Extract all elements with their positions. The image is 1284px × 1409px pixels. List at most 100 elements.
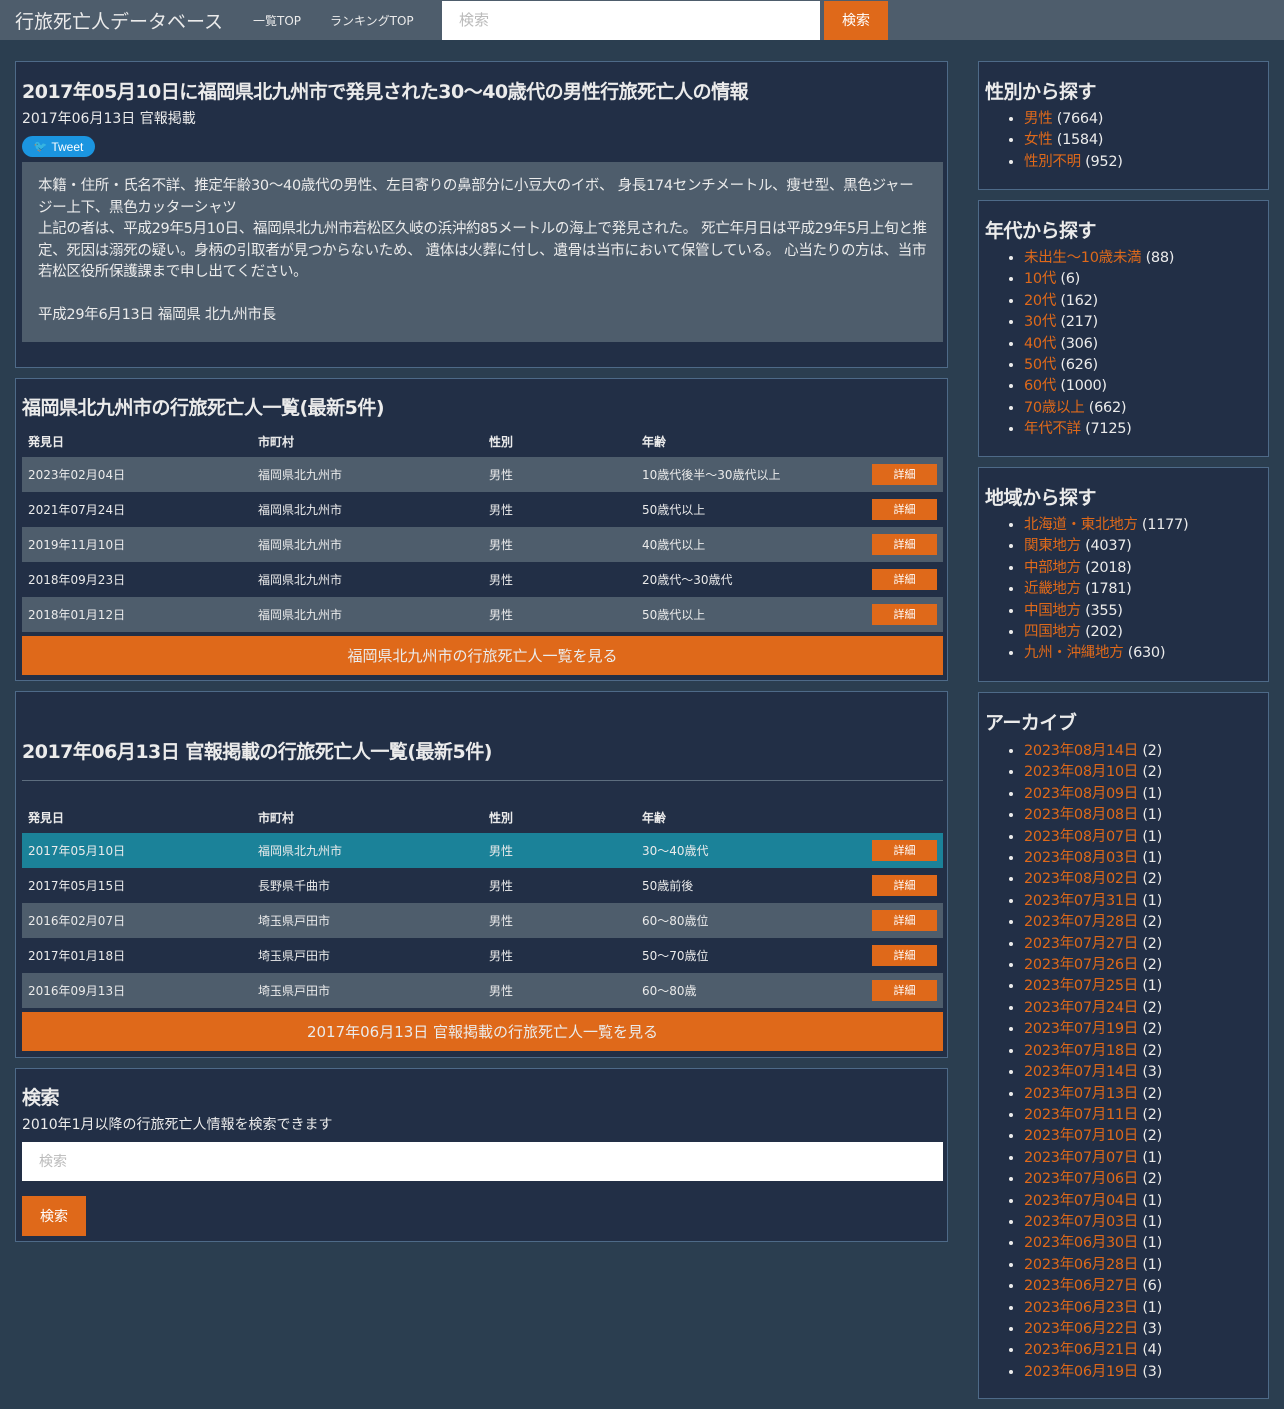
detail-button[interactable]: 詳細 [872, 980, 937, 1001]
table-row: 2019年11月10日 福岡県北九州市 男性 40歳代以上 詳細 [22, 527, 943, 562]
sidebar-list-item: 2023年07月14日 (3) [1024, 1062, 1162, 1083]
sidebar-link[interactable]: 60代 [1024, 378, 1056, 394]
detail-button[interactable]: 詳細 [872, 569, 937, 590]
sidebar-link[interactable]: 女性 [1024, 132, 1053, 148]
sidebar-sex-panel: 性別から探す 男性 (7664)女性 (1584)性別不明 (952) [978, 61, 1269, 190]
col-header-sex: 性別 [489, 435, 514, 449]
sidebar-link[interactable]: 2023年08月14日 [1024, 743, 1138, 759]
cell-action: 詳細 [856, 527, 943, 562]
cell-action: 詳細 [856, 457, 943, 492]
sidebar-link[interactable]: 2023年06月27日 [1024, 1278, 1138, 1294]
sidebar-count: (3) [1142, 1064, 1162, 1081]
sidebar-link[interactable]: 中部地方 [1024, 560, 1081, 576]
article-title: 2017年05月10日に福岡県北九州市で発見された30〜40歳代の男性行旅死亡人… [22, 81, 749, 103]
sidebar-link[interactable]: 四国地方 [1024, 624, 1081, 640]
detail-button[interactable]: 詳細 [872, 464, 937, 485]
sidebar-link[interactable]: 2023年07月31日 [1024, 893, 1138, 909]
detail-button[interactable]: 詳細 [872, 910, 937, 931]
sidebar-link[interactable]: 2023年07月27日 [1024, 936, 1138, 952]
sidebar-link[interactable]: 関東地方 [1024, 538, 1081, 554]
sidebar-link[interactable]: 性別不明 [1024, 154, 1081, 170]
sidebar-link[interactable]: 70歳以上 [1024, 400, 1085, 416]
sidebar-link[interactable]: 男性 [1024, 111, 1053, 127]
sidebar-link[interactable]: 2023年08月08日 [1024, 807, 1138, 823]
sidebar-link[interactable]: 2023年07月13日 [1024, 1086, 1138, 1102]
sidebar-link[interactable]: 2023年08月02日 [1024, 871, 1138, 887]
sidebar-age-panel: 年代から探す 未出生〜10歳未満 (88)10代 (6)20代 (162)30代… [978, 200, 1269, 457]
sidebar-link[interactable]: 30代 [1024, 314, 1056, 330]
sidebar-list-item: 2023年08月03日 (1) [1024, 848, 1162, 869]
sidebar-count: (2) [1142, 1128, 1162, 1145]
sidebar-link[interactable]: 九州・沖縄地方 [1024, 645, 1124, 661]
cell-sex: 男性 [483, 457, 636, 492]
sidebar-link[interactable]: 2023年07月14日 [1024, 1064, 1138, 1080]
search-button[interactable]: 検索 [22, 1196, 86, 1236]
nav-link-ranking-top[interactable]: ランキングTOP [330, 12, 442, 29]
date-list-title: 2017年06月13日 官報掲載の行旅死亡人一覧(最新5件) [22, 741, 492, 763]
sidebar-count: (1) [1142, 978, 1162, 995]
nav-link-list-top[interactable]: 一覧TOP [253, 12, 330, 29]
sidebar-link[interactable]: 2023年06月30日 [1024, 1235, 1138, 1251]
nav-search-input[interactable] [442, 0, 820, 40]
sidebar-link[interactable]: 2023年07月04日 [1024, 1193, 1138, 1209]
sidebar-count: (202) [1085, 624, 1123, 641]
sidebar-link[interactable]: 2023年07月26日 [1024, 957, 1138, 973]
sidebar-link[interactable]: 中国地方 [1024, 603, 1081, 619]
detail-button[interactable]: 詳細 [872, 875, 937, 896]
sidebar-link[interactable]: 北海道・東北地方 [1024, 517, 1138, 533]
cell-city: 福岡県北九州市 [252, 492, 483, 527]
tweet-button[interactable]: 🐦 Tweet [22, 136, 95, 157]
sidebar-link[interactable]: 2023年07月24日 [1024, 1000, 1138, 1016]
sidebar-link[interactable]: 2023年08月07日 [1024, 829, 1138, 845]
sidebar-link[interactable]: 2023年06月19日 [1024, 1364, 1138, 1380]
sidebar-link[interactable]: 2023年06月21日 [1024, 1342, 1138, 1358]
sidebar-count: (2018) [1085, 559, 1132, 576]
sidebar-link[interactable]: 50代 [1024, 357, 1056, 373]
sidebar-link[interactable]: 近畿地方 [1024, 581, 1081, 597]
sidebar-link[interactable]: 2023年07月19日 [1024, 1021, 1138, 1037]
detail-button[interactable]: 詳細 [872, 534, 937, 555]
sidebar-link[interactable]: 2023年07月25日 [1024, 978, 1138, 994]
sidebar-link[interactable]: 2023年07月28日 [1024, 914, 1138, 930]
sidebar-link[interactable]: 2023年08月10日 [1024, 764, 1138, 780]
date-list-table: 発見日 市町村 性別 年齢 2017年05月10日 福岡県北九州市 男性 30〜40歳… [22, 802, 943, 1008]
city-list-more-button[interactable]: 福岡県北九州市の行旅死亡人一覧を見る [22, 636, 943, 675]
nav-search-button[interactable]: 検索 [824, 0, 888, 40]
date-list-more-button[interactable]: 2017年06月13日 官報掲載の行旅死亡人一覧を見る [22, 1012, 943, 1051]
search-input[interactable] [22, 1142, 943, 1181]
sidebar-count: (1) [1142, 1256, 1162, 1273]
sidebar-link[interactable]: 2023年07月11日 [1024, 1107, 1138, 1123]
article-published: 2017年06月13日 官報掲載 [22, 111, 196, 127]
article-panel: 2017年05月10日に福岡県北九州市で発見された30〜40歳代の男性行旅死亡人… [15, 61, 948, 368]
sidebar-link[interactable]: 年代不詳 [1024, 421, 1081, 437]
sidebar-link[interactable]: 2023年08月09日 [1024, 786, 1138, 802]
site-brand[interactable]: 行旅死亡人データベース [15, 7, 240, 34]
sidebar-link[interactable]: 40代 [1024, 336, 1056, 352]
sidebar-link[interactable]: 20代 [1024, 293, 1056, 309]
sidebar-link[interactable]: 2023年08月03日 [1024, 850, 1138, 866]
sidebar-link[interactable]: 未出生〜10歳未満 [1024, 250, 1142, 266]
table-row: 2023年02月04日 福岡県北九州市 男性 10歳代後半〜30歳代以上 詳細 [22, 457, 943, 492]
sidebar-link[interactable]: 2023年06月23日 [1024, 1300, 1138, 1316]
detail-button[interactable]: 詳細 [872, 604, 937, 625]
sidebar-age-list: 未出生〜10歳未満 (88)10代 (6)20代 (162)30代 (217)4… [1024, 248, 1174, 441]
sidebar-link[interactable]: 2023年06月22日 [1024, 1321, 1138, 1337]
table-row: 2017年01月18日 埼玉県戸田市 男性 50〜70歳位 詳細 [22, 938, 943, 973]
detail-button[interactable]: 詳細 [872, 499, 937, 520]
detail-button[interactable]: 詳細 [872, 840, 937, 861]
detail-button[interactable]: 詳細 [872, 945, 937, 966]
sidebar-link[interactable]: 10代 [1024, 271, 1056, 287]
sidebar-link[interactable]: 2023年07月07日 [1024, 1150, 1138, 1166]
col-header-date: 発見日 [28, 811, 65, 825]
cell-sex: 男性 [483, 973, 636, 1008]
twitter-bird-icon: 🐦 [33, 141, 48, 153]
cell-action: 詳細 [856, 562, 943, 597]
city-list-panel: 福岡県北九州市の行旅死亡人一覧(最新5件) 発見日 市町村 性別 年齢 2023… [15, 378, 948, 681]
cell-date: 2017年05月10日 [22, 833, 252, 868]
table-row: 2018年09月23日 福岡県北九州市 男性 20歳代〜30歳代 詳細 [22, 562, 943, 597]
sidebar-link[interactable]: 2023年07月03日 [1024, 1214, 1138, 1230]
sidebar-link[interactable]: 2023年06月28日 [1024, 1257, 1138, 1273]
sidebar-link[interactable]: 2023年07月10日 [1024, 1128, 1138, 1144]
sidebar-link[interactable]: 2023年07月06日 [1024, 1171, 1138, 1187]
sidebar-link[interactable]: 2023年07月18日 [1024, 1043, 1138, 1059]
